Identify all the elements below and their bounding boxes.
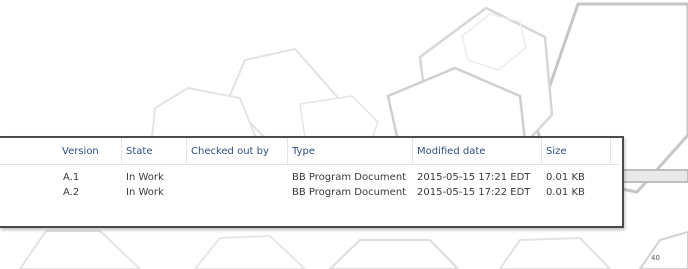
column-header-version[interactable]: Version <box>58 138 120 164</box>
column-header-modified-date[interactable]: Modified date <box>412 138 540 164</box>
table-row[interactable]: A.1 In Work BB Program Document 2015-05-… <box>0 170 620 185</box>
column-header-checked-out-by[interactable]: Checked out by <box>186 138 286 164</box>
cell-state: In Work <box>126 187 164 198</box>
cell-state: In Work <box>126 172 164 183</box>
column-header-type[interactable]: Type <box>287 138 411 164</box>
cell-size: 0.01 KB <box>546 172 585 183</box>
versions-table-panel: Version State Checked out by Type Modifi… <box>0 136 624 228</box>
cell-type: BB Program Document <box>292 172 407 183</box>
hexagon-background <box>19 2 688 269</box>
cell-type: BB Program Document <box>292 187 407 198</box>
column-header-spacer <box>610 138 620 164</box>
slide-page-number: 40 <box>651 254 660 262</box>
table-row[interactable]: A.2 In Work BB Program Document 2015-05-… <box>0 185 620 200</box>
cell-size: 0.01 KB <box>546 187 585 198</box>
column-header-size[interactable]: Size <box>541 138 609 164</box>
cell-version: A.2 <box>63 187 80 198</box>
column-header-state[interactable]: State <box>121 138 185 164</box>
cell-modified-date: 2015-05-15 17:22 EDT <box>417 187 531 198</box>
cell-version: A.1 <box>63 172 80 183</box>
cell-modified-date: 2015-05-15 17:21 EDT <box>417 172 531 183</box>
table-header: Version State Checked out by Type Modifi… <box>0 138 620 165</box>
